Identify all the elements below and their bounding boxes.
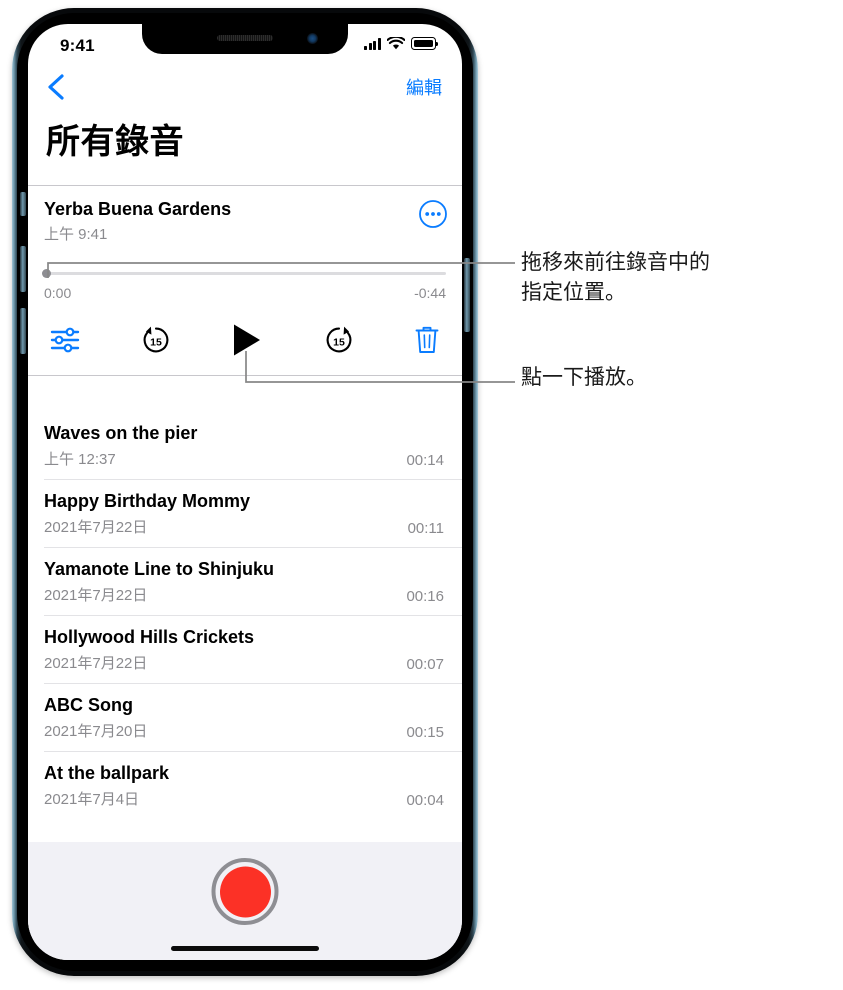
more-options-button[interactable] xyxy=(418,199,448,234)
home-indicator[interactable] xyxy=(171,946,319,951)
trash-icon xyxy=(415,326,439,353)
list-item[interactable]: ABC Song 2021年7月20日 00:15 xyxy=(28,684,462,751)
recording-title: Hollywood Hills Crickets xyxy=(44,627,255,647)
mute-switch[interactable] xyxy=(20,192,26,216)
elapsed-time: 0:00 xyxy=(44,285,72,301)
go-back-15-icon: 15 xyxy=(143,326,168,353)
ellipsis-circle-icon xyxy=(419,200,447,228)
list-item[interactable]: Hollywood Hills Crickets 2021年7月22日 00:07 xyxy=(28,616,462,683)
recording-title: Yamanote Line to Shinjuku xyxy=(44,559,275,579)
list-item[interactable]: At the ballpark 2021年7月4日 00:04 xyxy=(28,752,462,819)
phone-screen: 9:41 編輯 所有錄音 Yerba Buena Gardens 上午 9:41… xyxy=(28,24,462,960)
list-item[interactable]: Yamanote Line to Shinjuku 2021年7月22日 00:16 xyxy=(28,548,462,615)
edit-button[interactable]: 編輯 xyxy=(406,74,442,100)
recording-date: 2021年7月22日 xyxy=(44,519,148,536)
recording-duration: 00:04 xyxy=(406,792,444,809)
go-forward-15-icon: 15 xyxy=(326,326,351,353)
recording-date: 2021年7月22日 xyxy=(44,655,148,672)
notch xyxy=(142,24,348,54)
battery-full-icon xyxy=(411,37,439,50)
playback-scrubber[interactable] xyxy=(42,267,446,281)
svg-text:15: 15 xyxy=(333,336,345,348)
sliders-icon xyxy=(50,327,80,353)
recording-duration: 00:14 xyxy=(406,452,444,469)
scrubber-track[interactable] xyxy=(44,272,446,275)
selected-recording-card[interactable]: Yerba Buena Gardens 上午 9:41 0:00 -0:44 1… xyxy=(28,185,462,376)
recording-duration: 00:16 xyxy=(406,588,444,605)
skip-forward-15-button[interactable]: 15 xyxy=(324,325,354,355)
recording-duration: 00:15 xyxy=(406,724,444,741)
playback-controls: 15 15 xyxy=(44,323,446,375)
play-button[interactable] xyxy=(231,323,263,357)
cellular-bars-icon xyxy=(364,37,381,50)
recording-date: 2021年7月4日 xyxy=(44,791,140,808)
list-item[interactable]: Waves on the pier 上午 12:37 00:14 xyxy=(28,412,462,479)
delete-button[interactable] xyxy=(414,325,440,355)
recording-duration: 00:07 xyxy=(406,656,444,673)
play-icon xyxy=(234,324,260,356)
skip-back-15-button[interactable]: 15 xyxy=(141,325,171,355)
edit-recording-button[interactable] xyxy=(50,326,80,354)
divider-bottom xyxy=(28,375,462,376)
recording-duration: 00:11 xyxy=(407,520,444,537)
svg-text:15: 15 xyxy=(150,336,162,348)
nav-bar: 編輯 xyxy=(28,66,462,110)
selected-recording-title: Yerba Buena Gardens xyxy=(44,199,232,219)
side-power-button[interactable] xyxy=(464,258,470,332)
status-icons xyxy=(364,37,439,50)
scrubber-thumb[interactable] xyxy=(42,269,51,278)
record-bar xyxy=(28,842,462,960)
play-callout-text: 點一下播放。 xyxy=(521,366,647,389)
recording-title: Waves on the pier xyxy=(44,423,198,443)
volume-up-button[interactable] xyxy=(20,246,26,292)
volume-down-button[interactable] xyxy=(20,308,26,354)
record-button[interactable] xyxy=(211,858,279,925)
recording-title: ABC Song xyxy=(44,695,133,715)
recording-title: At the ballpark xyxy=(44,763,170,783)
chevron-left-icon xyxy=(48,74,64,100)
recording-date: 2021年7月22日 xyxy=(44,587,148,604)
list-item[interactable]: Happy Birthday Mommy 2021年7月22日 00:11 xyxy=(28,480,462,547)
earpiece-speaker-icon xyxy=(217,35,273,41)
back-button[interactable] xyxy=(40,70,74,104)
wifi-icon xyxy=(387,37,405,50)
scrubber-callout-text: 拖移來前往錄音中的 指定位置。 xyxy=(521,251,710,304)
status-time: 9:41 xyxy=(60,36,95,55)
time-row: 0:00 -0:44 xyxy=(44,285,446,301)
recording-date: 上午 12:37 xyxy=(44,451,116,468)
recording-date: 2021年7月20日 xyxy=(44,723,148,740)
front-camera-icon xyxy=(307,33,318,44)
remaining-time: -0:44 xyxy=(414,285,446,301)
recording-title: Happy Birthday Mommy xyxy=(44,491,251,511)
selected-recording-meta: 上午 9:41 xyxy=(44,226,108,243)
record-dot-icon xyxy=(219,866,271,917)
page-title: 所有錄音 xyxy=(46,123,184,161)
